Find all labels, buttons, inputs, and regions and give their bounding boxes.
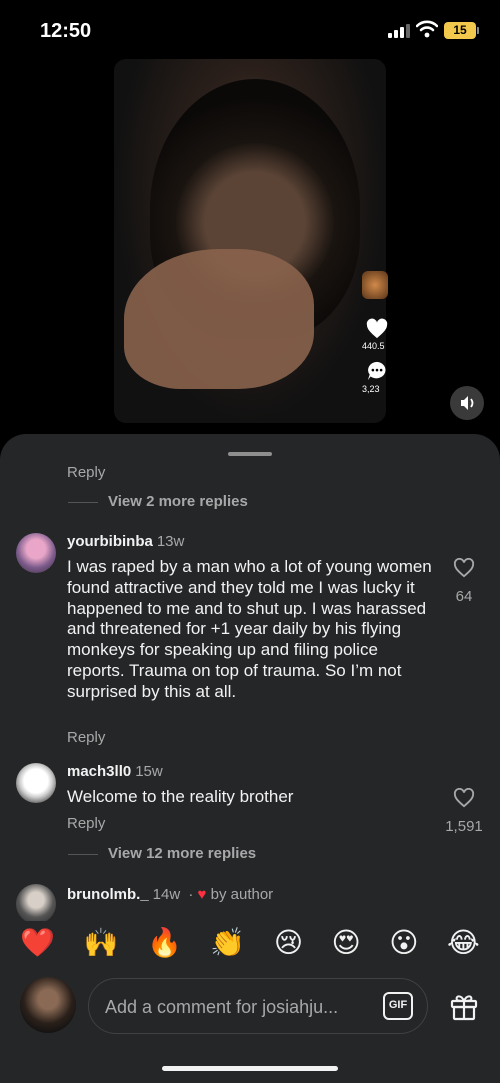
status-time: 12:50: [40, 20, 92, 42]
comment-age: 13w: [156, 533, 185, 550]
gif-button[interactable]: GIF: [383, 992, 413, 1020]
sheet-drag-handle[interactable]: [228, 452, 272, 456]
reply-button[interactable]: Reply: [67, 729, 105, 746]
comment-like-count: 64: [455, 588, 473, 605]
view-more-replies[interactable]: View 2 more replies: [68, 493, 248, 510]
emoji-heart-eyes[interactable]: 😍: [332, 929, 361, 957]
heart-icon[interactable]: [453, 558, 475, 578]
comment-icon[interactable]: [366, 360, 388, 382]
heart-icon[interactable]: [366, 318, 388, 340]
emoji-clap[interactable]: 👏: [210, 929, 245, 957]
gift-icon[interactable]: [448, 990, 480, 1022]
by-author-label: by author: [210, 886, 274, 903]
signal-icon: [388, 24, 410, 38]
reply-button[interactable]: Reply: [67, 815, 105, 832]
video-comments-count: 3,23: [362, 384, 380, 394]
comment-username[interactable]: mach3ll0 15w: [67, 763, 163, 780]
emoji-fire[interactable]: 🔥: [147, 929, 182, 957]
wifi-icon: [416, 20, 438, 38]
comment-age: 15w: [135, 763, 163, 780]
username-text: brunolmb._: [67, 886, 149, 903]
comment-text: Welcome to the reality brother: [67, 787, 294, 806]
emoji-quick-bar: ❤️ 🙌 🔥 👏 😢 😍 😮 😂: [0, 921, 500, 965]
emoji-heart[interactable]: ❤️: [20, 929, 55, 957]
view-more-replies[interactable]: View 12 more replies: [68, 845, 256, 862]
reply-button[interactable]: Reply: [67, 464, 105, 481]
status-bar: 12:50 15: [0, 0, 500, 60]
comment-text: I was raped by a man who a lot of young …: [67, 557, 432, 701]
username-text: yourbibinba: [67, 533, 153, 550]
emoji-crying[interactable]: 😢: [274, 929, 303, 957]
separator-dot: ·: [188, 886, 194, 903]
comment-age: 14w: [152, 886, 181, 903]
heart-icon[interactable]: [453, 788, 475, 808]
video-likes-count: 440.5: [362, 341, 385, 351]
battery-icon: 15: [444, 22, 476, 39]
comment-like-count: 1,591: [445, 818, 483, 835]
avatar[interactable]: [16, 763, 56, 803]
battery-tip: [477, 27, 479, 34]
comment-input[interactable]: Add a comment for josiahju... GIF: [88, 978, 428, 1034]
video-hand: [124, 249, 314, 389]
username-text: mach3ll0: [67, 763, 132, 780]
view-more-label: View 2 more replies: [108, 493, 248, 510]
avatar[interactable]: [16, 884, 56, 924]
emoji-laughing[interactable]: 😂: [447, 929, 480, 957]
avatar[interactable]: [16, 533, 56, 573]
view-more-label: View 12 more replies: [108, 845, 257, 862]
emoji-surprised[interactable]: 😮: [389, 929, 418, 957]
comment-username[interactable]: yourbibinba 13w: [67, 533, 184, 550]
emoji-raised-hands[interactable]: 🙌: [84, 929, 119, 957]
my-avatar: [20, 977, 76, 1033]
heart-icon: ♥: [197, 886, 207, 903]
comment-placeholder: Add a comment for josiahju...: [105, 997, 339, 1017]
creator-avatar[interactable]: [362, 271, 388, 299]
speaker-icon: [461, 396, 474, 410]
mute-button[interactable]: [450, 386, 484, 420]
home-indicator[interactable]: [162, 1066, 338, 1071]
comment-username[interactable]: brunolmb._ 14w · ♥ by author: [67, 886, 273, 903]
video-preview[interactable]: [114, 59, 386, 423]
